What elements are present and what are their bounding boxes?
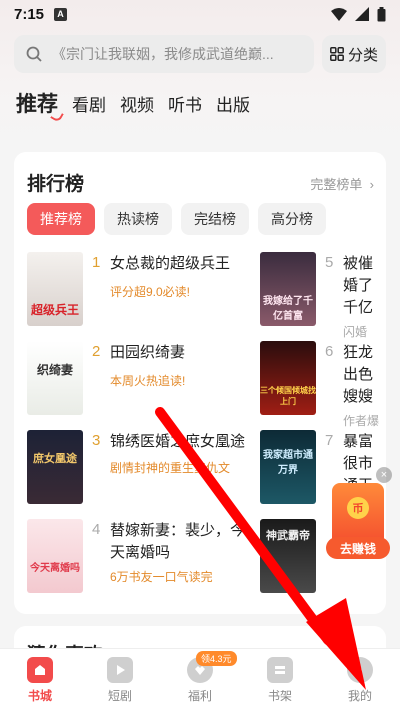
book-tag: 评分超9.0必读! bbox=[110, 285, 191, 299]
nav-label: 短剧 bbox=[107, 689, 132, 703]
book-cover: 庶女凰途 bbox=[27, 430, 83, 504]
status-bar: 7:15 A bbox=[0, 0, 400, 28]
tab-drama[interactable]: 看剧 bbox=[72, 91, 106, 116]
search-icon bbox=[26, 46, 42, 62]
nav-bookstore[interactable]: 书城 bbox=[0, 649, 80, 711]
nav-label: 书城 bbox=[27, 689, 52, 703]
bookshelf-icon bbox=[267, 657, 293, 683]
chip-top-rated[interactable]: 高分榜 bbox=[258, 203, 326, 235]
coin-icon: 币 bbox=[347, 497, 369, 519]
wifi-icon bbox=[331, 7, 347, 21]
category-button[interactable]: 分类 bbox=[322, 35, 386, 73]
book-info: 田园织绮妻 本周火热追读! bbox=[110, 341, 245, 415]
ranking-item[interactable]: 我嫁给了千亿首富 5 被催婚了千亿 闪婚 bbox=[260, 252, 385, 340]
nav-label: 福利 bbox=[187, 689, 212, 703]
nav-profile[interactable]: 我的 bbox=[320, 649, 400, 711]
earn-money-widget[interactable]: × 币 去赚钱 bbox=[326, 467, 392, 563]
full-ranking-label: 完整榜单 bbox=[310, 177, 363, 192]
nav-welfare[interactable]: 领4.3元 福利 bbox=[160, 649, 240, 711]
book-tag: 本周火热追读! bbox=[110, 374, 186, 388]
tab-publishing[interactable]: 出版 bbox=[216, 91, 250, 116]
signal-icon bbox=[355, 7, 369, 21]
grid-icon bbox=[330, 47, 344, 61]
ranking-item[interactable]: 庶女凰途 3 锦绣医婚之庶女凰途 剧情封神的重生复仇文 bbox=[27, 430, 245, 504]
rank-number: 3 bbox=[92, 432, 101, 449]
ranking-chips: 推荐榜 热读榜 完结榜 高分榜 bbox=[27, 203, 326, 235]
ranking-item[interactable]: 超级兵王 1 女总裁的超级兵王 评分超9.0必读! bbox=[27, 252, 245, 326]
battery-icon bbox=[377, 6, 386, 21]
tab-audiobook[interactable]: 听书 bbox=[168, 91, 202, 116]
search-input[interactable]: 《宗门让我联姻，我修成武道绝巅... bbox=[52, 44, 274, 64]
ranking-item[interactable]: 织绮妻 2 田园织绮妻 本周火热追读! bbox=[27, 341, 245, 415]
nav-label: 我的 bbox=[347, 689, 372, 703]
notification-icon: A bbox=[54, 7, 68, 21]
book-cover: 织绮妻 bbox=[27, 341, 83, 415]
book-tag: 闪婚 bbox=[343, 325, 368, 339]
book-cover: 神武霸帝 bbox=[260, 519, 316, 593]
book-title: 锦绣医婚之庶女凰途 bbox=[110, 433, 246, 450]
tab-video[interactable]: 视频 bbox=[120, 91, 154, 116]
home-icon bbox=[27, 657, 53, 683]
book-info: 女总裁的超级兵王 评分超9.0必读! bbox=[110, 252, 245, 326]
cover-title: 我嫁给了千亿首富 bbox=[263, 296, 313, 322]
book-info: 替嫁新妻：裴少，今天离婚吗 6万书友一口气读完 bbox=[110, 519, 245, 593]
search-bar[interactable]: 《宗门让我联姻，我修成武道绝巅... bbox=[14, 35, 314, 73]
tab-recommend[interactable]: 推荐 bbox=[16, 88, 58, 118]
chip-hot[interactable]: 热读榜 bbox=[104, 203, 172, 235]
profile-icon bbox=[347, 657, 373, 683]
book-tag: 6万书友一口气读完 bbox=[110, 570, 213, 584]
chevron-right-icon: › bbox=[366, 177, 374, 192]
book-info: 被催婚了千亿 闪婚 bbox=[343, 252, 385, 340]
cover-title: 庶女凰途 bbox=[33, 452, 77, 465]
status-time: 7:15 bbox=[14, 5, 45, 23]
book-info: 狂龙出色嫂嫂 作者爆 bbox=[343, 341, 385, 429]
book-cover: 超级兵王 bbox=[27, 252, 83, 326]
chip-recommend[interactable]: 推荐榜 bbox=[27, 203, 95, 235]
earn-money-label: 去赚钱 bbox=[326, 537, 390, 559]
cover-title: 超级兵王 bbox=[30, 303, 79, 317]
book-info: 锦绣医婚之庶女凰途 剧情封神的重生复仇文 bbox=[110, 430, 245, 504]
ranking-title: 排行榜 bbox=[27, 174, 85, 195]
book-cover: 我嫁给了千亿首富 bbox=[260, 252, 316, 326]
book-tag: 剧情封神的重生复仇文 bbox=[110, 461, 231, 475]
chip-finished[interactable]: 完结榜 bbox=[181, 203, 249, 235]
cover-title: 三个倾国倾城找上门 bbox=[260, 385, 316, 406]
cover-title: 今天离婚吗 bbox=[30, 563, 80, 574]
rank-number: 2 bbox=[92, 343, 101, 360]
top-tabs: 推荐 看剧 视频 听书 出版 bbox=[16, 88, 250, 118]
cover-title: 神武霸帝 bbox=[266, 529, 310, 542]
category-label: 分类 bbox=[347, 46, 378, 64]
nav-label: 书架 bbox=[267, 689, 292, 703]
ranking-item[interactable]: 今天离婚吗 4 替嫁新妻：裴少，今天离婚吗 6万书友一口气读完 bbox=[27, 519, 245, 593]
full-ranking-link[interactable]: 完整榜单 › bbox=[310, 174, 374, 193]
book-title: 替嫁新妻：裴少，今天离婚吗 bbox=[110, 522, 246, 561]
book-cover: 今天离婚吗 bbox=[27, 519, 83, 593]
bottom-nav: 书城 短剧 领4.3元 福利 书架 我的 bbox=[0, 648, 400, 711]
book-title: 狂龙出色嫂嫂 bbox=[343, 344, 374, 405]
book-cover: 三个倾国倾城找上门 bbox=[260, 341, 316, 415]
close-icon[interactable]: × bbox=[376, 467, 392, 483]
play-icon bbox=[107, 657, 133, 683]
rank-number: 6 bbox=[325, 343, 334, 360]
book-title: 女总裁的超级兵王 bbox=[110, 255, 231, 272]
cover-title: 织绮妻 bbox=[36, 363, 73, 377]
cover-title: 我家超市通万界 bbox=[263, 450, 313, 476]
nav-short-drama[interactable]: 短剧 bbox=[80, 649, 160, 711]
rank-number: 5 bbox=[325, 254, 334, 271]
book-title: 田园织绮妻 bbox=[110, 344, 186, 361]
ranking-item[interactable]: 神武霸帝 bbox=[260, 519, 316, 593]
rank-number: 4 bbox=[92, 521, 101, 538]
rank-number: 1 bbox=[92, 254, 101, 271]
book-tag: 作者爆 bbox=[343, 414, 380, 428]
welfare-badge: 领4.3元 bbox=[196, 651, 237, 666]
ranking-item[interactable]: 三个倾国倾城找上门 6 狂龙出色嫂嫂 作者爆 bbox=[260, 341, 385, 429]
book-cover: 我家超市通万界 bbox=[260, 430, 316, 504]
nav-bookshelf[interactable]: 书架 bbox=[240, 649, 320, 711]
status-icons bbox=[331, 6, 386, 22]
book-title: 被催婚了千亿 bbox=[343, 255, 374, 316]
